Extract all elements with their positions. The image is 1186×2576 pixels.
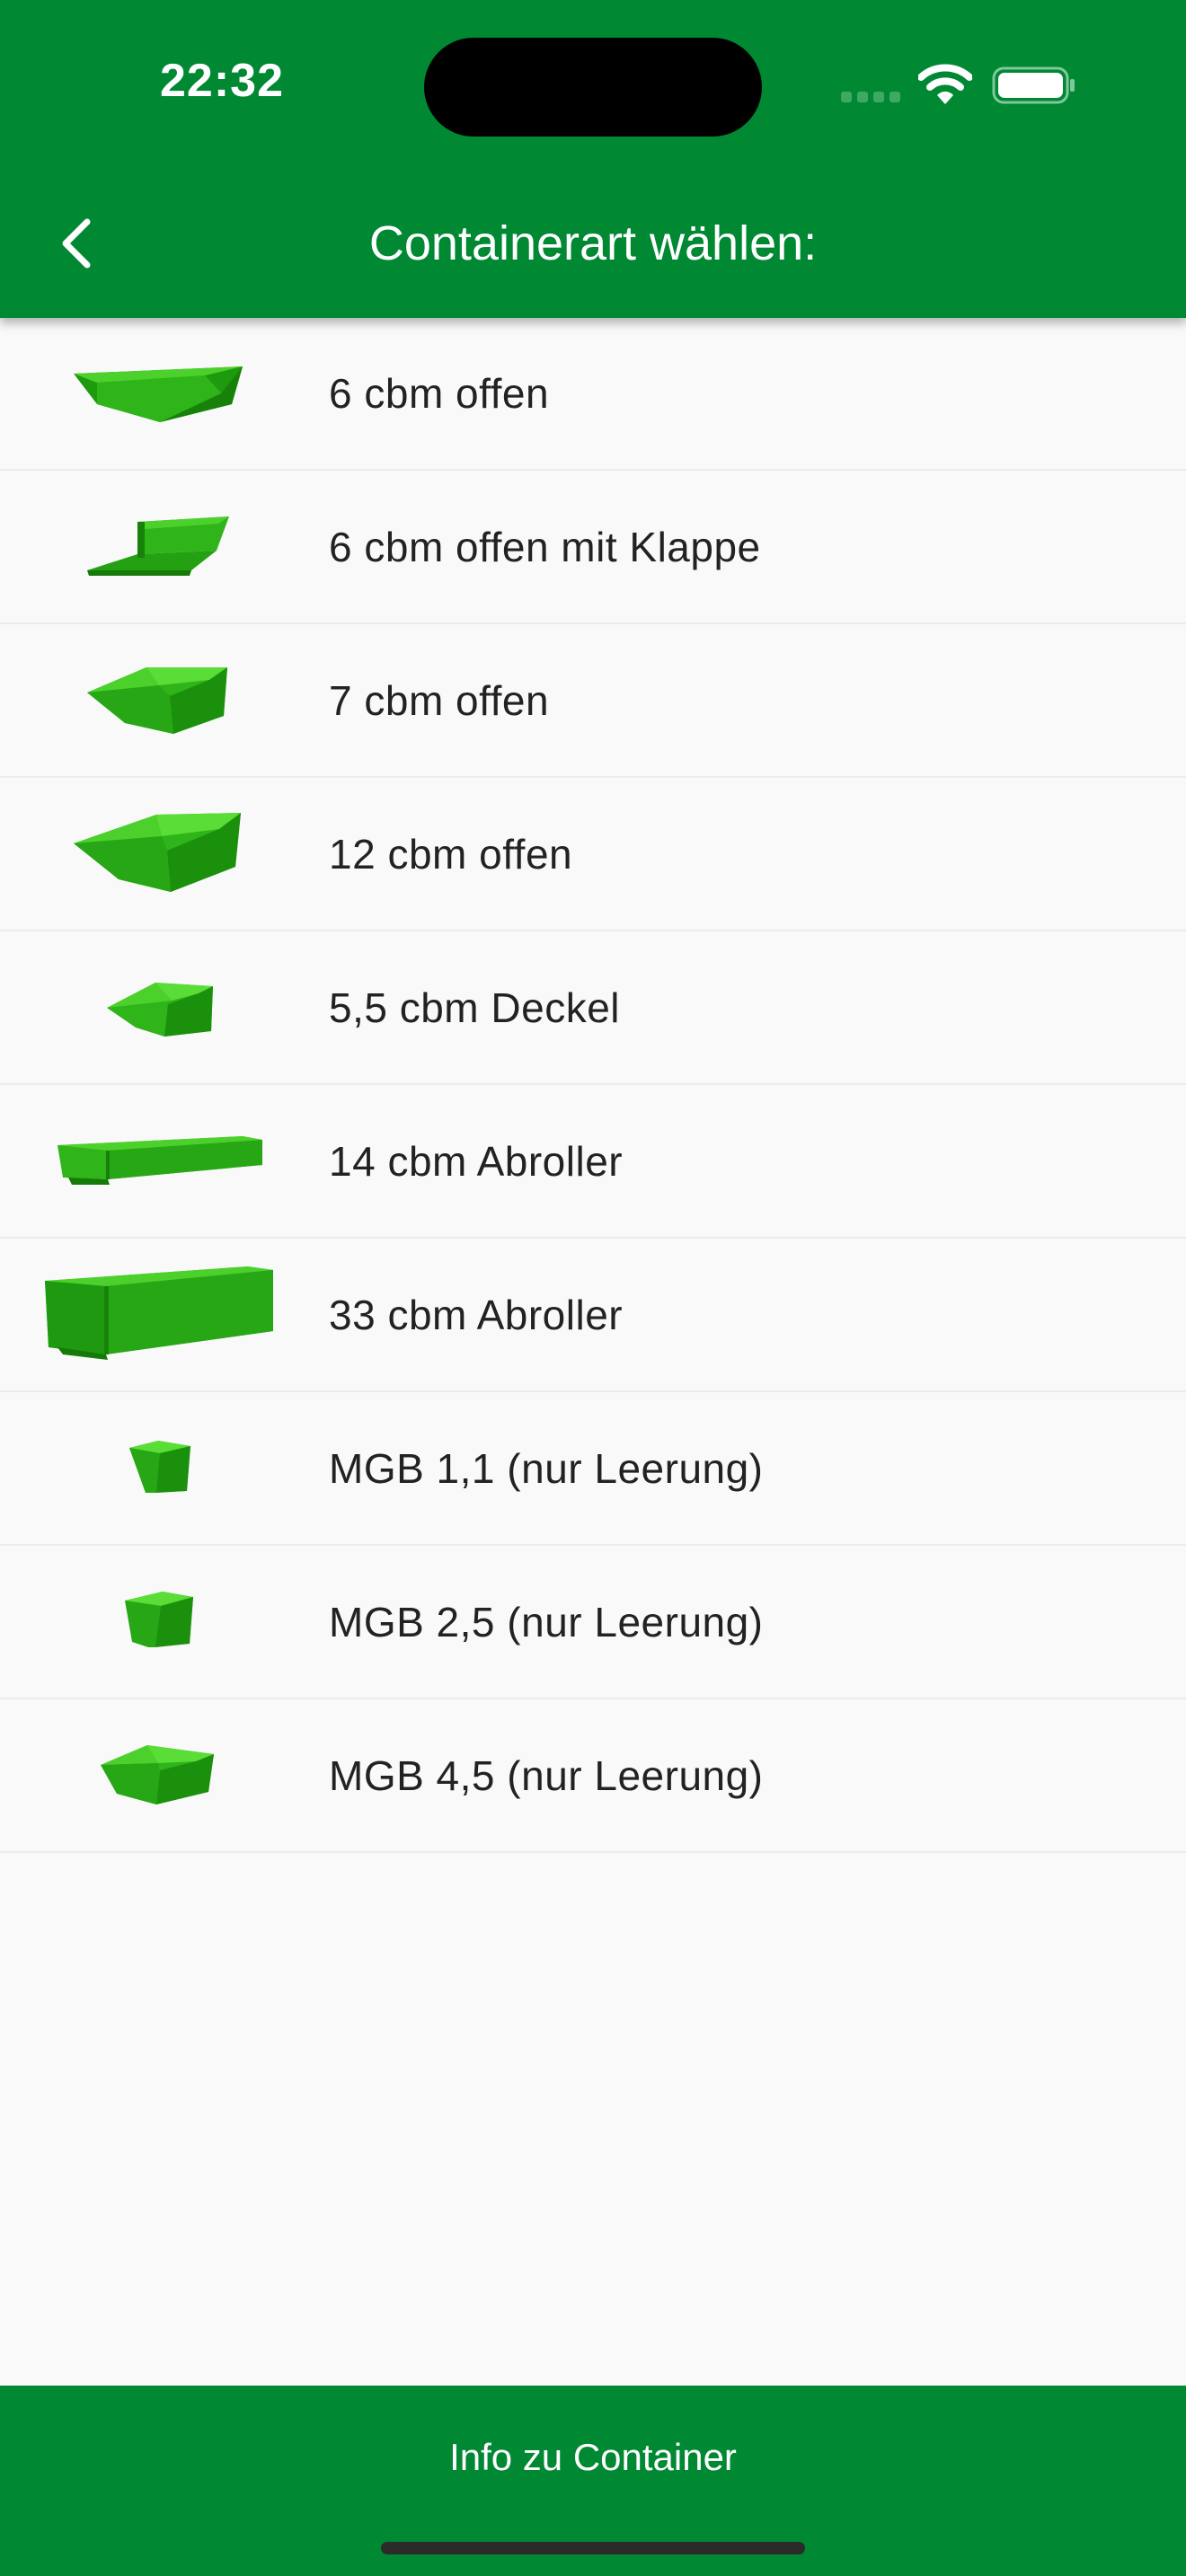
container-item[interactable]: 14 cbm Abroller <box>0 1085 1186 1239</box>
bottom-bar: Info zu Container <box>0 2386 1186 2576</box>
wifi-icon <box>918 64 972 104</box>
container-item[interactable]: 5,5 cbm Deckel <box>0 931 1186 1085</box>
container-thumbnail <box>36 1085 284 1237</box>
container-thumbnail <box>36 1239 284 1390</box>
container-label: 33 cbm Abroller <box>329 1291 624 1338</box>
container-label: 12 cbm offen <box>329 830 573 878</box>
container-item[interactable]: 6 cbm offen mit Klappe <box>0 471 1186 624</box>
container-label: 14 cbm Abroller <box>329 1137 624 1185</box>
skip-container-flap-icon <box>87 516 229 576</box>
container-thumbnail <box>36 1699 284 1851</box>
page-title: Containerart wählen: <box>368 216 818 270</box>
waste-bin-icon <box>129 1440 190 1493</box>
status-time: 22:32 <box>160 55 284 107</box>
container-thumbnail <box>36 931 284 1083</box>
container-item[interactable]: MGB 1,1 (nur Leerung) <box>0 1392 1186 1546</box>
skip-container-icon <box>74 366 243 422</box>
container-label: 5,5 cbm Deckel <box>329 984 621 1031</box>
container-label: MGB 2,5 (nur Leerung) <box>329 1598 764 1645</box>
container-thumbnail <box>36 624 284 776</box>
battery-icon <box>992 66 1075 104</box>
container-item[interactable]: MGB 4,5 (nur Leerung) <box>0 1699 1186 1853</box>
container-thumbnail <box>36 778 284 930</box>
container-item[interactable]: 7 cbm offen <box>0 624 1186 778</box>
container-label: 6 cbm offen <box>329 370 550 417</box>
skip-container-icon <box>74 812 241 892</box>
container-label: MGB 1,1 (nur Leerung) <box>329 1444 764 1492</box>
lidded-container-icon <box>107 982 213 1037</box>
dynamic-island <box>424 38 762 137</box>
container-info-button[interactable]: Info zu Container <box>0 2429 1186 2486</box>
container-thumbnail <box>36 318 284 469</box>
skip-container-icon <box>87 666 227 734</box>
cellular-signal-icon <box>841 92 900 102</box>
roll-off-container-icon <box>58 1135 262 1185</box>
screen: 22:32 Containerart wählen: 6 cbm offen 6… <box>0 0 1186 2576</box>
container-item[interactable]: 6 cbm offen <box>0 318 1186 471</box>
waste-bin-icon <box>125 1591 193 1647</box>
container-thumbnail <box>36 1546 284 1698</box>
header-bar: 22:32 Containerart wählen: <box>0 0 1186 318</box>
home-indicator <box>381 2542 805 2554</box>
container-label: 6 cbm offen mit Klappe <box>329 523 761 570</box>
container-label: 7 cbm offen <box>329 676 550 724</box>
waste-bin-icon <box>101 1744 214 1804</box>
container-item[interactable]: MGB 2,5 (nur Leerung) <box>0 1546 1186 1699</box>
roll-off-container-icon <box>45 1266 273 1360</box>
container-list: 6 cbm offen 6 cbm offen mit Klappe 7 cbm… <box>0 318 1186 1853</box>
container-thumbnail <box>36 471 284 622</box>
container-thumbnail <box>36 1392 284 1544</box>
container-item[interactable]: 33 cbm Abroller <box>0 1239 1186 1392</box>
container-item[interactable]: 12 cbm offen <box>0 778 1186 931</box>
container-label: MGB 4,5 (nur Leerung) <box>329 1751 764 1799</box>
